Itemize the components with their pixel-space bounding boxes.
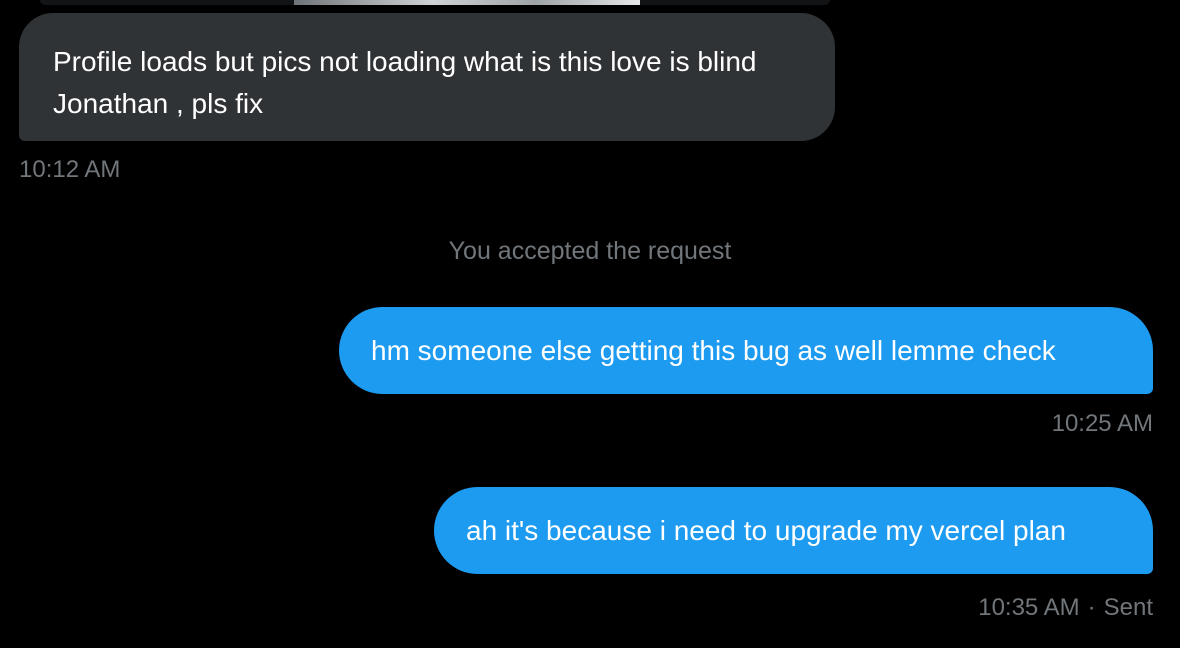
previous-media-image-edge	[294, 0, 640, 5]
previous-media-attachment[interactable]	[40, 0, 830, 5]
incoming-message-text: Profile loads but pics not loading what …	[53, 46, 757, 119]
message-timestamp: 10:35 AM	[978, 594, 1080, 621]
message-timestamp: 10:25 AM	[1051, 410, 1153, 437]
outgoing-message-bubble[interactable]: hm someone else getting this bug as well…	[339, 307, 1153, 394]
message-status-line: 10:35 AM · Sent	[978, 594, 1153, 622]
dm-conversation: Profile loads but pics not loading what …	[0, 0, 1180, 648]
message-sent-status: Sent	[1103, 594, 1153, 621]
outgoing-message-text: hm someone else getting this bug as well…	[371, 334, 1056, 366]
status-separator: ·	[1087, 594, 1096, 621]
request-accepted-note: You accepted the request	[448, 237, 732, 265]
outgoing-message-bubble[interactable]: ah it's because i need to upgrade my ver…	[434, 487, 1153, 574]
incoming-message-bubble[interactable]: Profile loads but pics not loading what …	[19, 13, 835, 141]
outgoing-message-text: ah it's because i need to upgrade my ver…	[466, 514, 1066, 546]
message-timestamp: 10:12 AM	[19, 156, 121, 183]
